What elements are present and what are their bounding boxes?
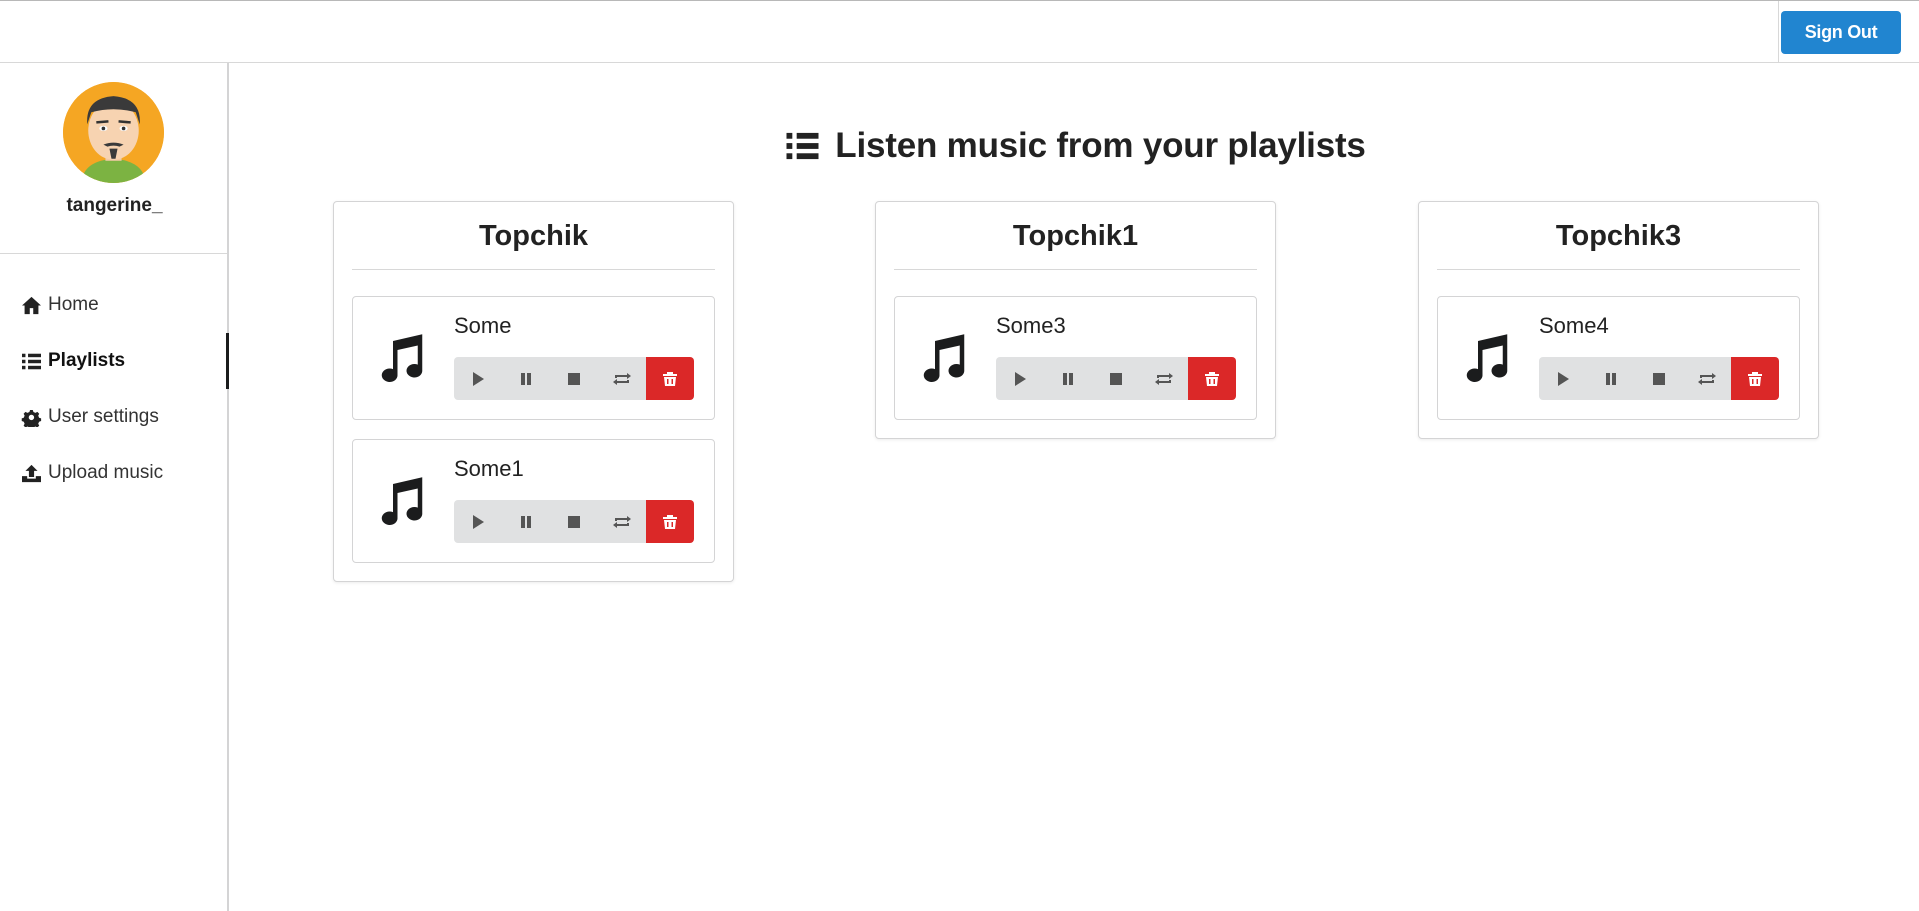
- profile-section: tangerine_: [0, 63, 227, 254]
- play-icon: [1558, 371, 1569, 386]
- main-content: Listen music from your playlists Topchik…: [231, 63, 1919, 911]
- sidebar-item-upload-music[interactable]: Upload music: [0, 445, 227, 501]
- topbar-divider: [1778, 1, 1779, 63]
- list-icon: [22, 353, 41, 369]
- music-note-icon: [381, 334, 423, 382]
- repeat-icon: [613, 515, 631, 528]
- repeat-button[interactable]: [598, 357, 646, 400]
- stop-icon: [1653, 372, 1665, 385]
- page-title-text: Listen music from your playlists: [835, 126, 1366, 165]
- trash-icon: [663, 371, 677, 386]
- play-button[interactable]: [996, 357, 1044, 400]
- song-name: Some: [454, 313, 512, 338]
- gear-icon: [21, 409, 42, 427]
- stop-button[interactable]: [550, 500, 598, 543]
- player-controls: [996, 357, 1236, 400]
- playlist-title: Topchik: [352, 202, 715, 270]
- repeat-icon: [613, 372, 631, 385]
- playlist-title: Topchik1: [894, 202, 1257, 270]
- username: tangerine_: [66, 195, 163, 216]
- play-button[interactable]: [454, 357, 502, 400]
- sidebar-nav: Home Playlists User settings Upload musi…: [0, 254, 229, 501]
- player-controls: [1539, 357, 1779, 400]
- repeat-button[interactable]: [1140, 357, 1188, 400]
- stop-icon: [568, 515, 580, 528]
- song-item: Some: [352, 296, 715, 420]
- repeat-icon: [1155, 372, 1173, 385]
- song-item: Some4: [1437, 296, 1800, 420]
- sidebar-item-label: Upload music: [48, 462, 164, 483]
- play-icon: [473, 514, 484, 529]
- pause-icon: [521, 372, 531, 385]
- list-icon: [786, 132, 819, 160]
- pause-icon: [521, 515, 531, 528]
- delete-button[interactable]: [646, 357, 694, 400]
- play-icon: [1015, 371, 1026, 386]
- music-note-icon: [923, 334, 965, 382]
- stop-icon: [1110, 372, 1122, 385]
- song-name: Some4: [1539, 313, 1609, 338]
- home-icon: [22, 296, 41, 314]
- song-name: Some3: [996, 313, 1066, 338]
- trash-icon: [663, 514, 677, 529]
- stop-button[interactable]: [550, 357, 598, 400]
- song-name: Some1: [454, 456, 524, 481]
- trash-icon: [1748, 371, 1762, 386]
- music-note-icon: [1466, 334, 1508, 382]
- sidebar-item-label: Playlists: [48, 350, 126, 371]
- stop-button[interactable]: [1635, 357, 1683, 400]
- avatar: [63, 82, 164, 183]
- delete-button[interactable]: [1188, 357, 1236, 400]
- delete-button[interactable]: [1731, 357, 1779, 400]
- play-button[interactable]: [454, 500, 502, 543]
- sidebar-item-user-settings[interactable]: User settings: [0, 389, 227, 445]
- repeat-icon: [1698, 372, 1716, 385]
- sidebar-item-label: Home: [48, 294, 99, 315]
- sign-out-button[interactable]: Sign Out: [1781, 11, 1901, 54]
- sidebar: tangerine_ Home Playlists User settings …: [0, 63, 229, 911]
- pause-button[interactable]: [502, 357, 550, 400]
- trash-icon: [1205, 371, 1219, 386]
- delete-button[interactable]: [646, 500, 694, 543]
- pause-button[interactable]: [1587, 357, 1635, 400]
- sidebar-item-playlists[interactable]: Playlists: [0, 333, 229, 389]
- stop-icon: [568, 372, 580, 385]
- sidebar-item-home[interactable]: Home: [0, 277, 227, 333]
- playlist-card: Topchik1 Some3: [875, 201, 1276, 439]
- player-controls: [454, 500, 694, 543]
- playlist-card: Topchik Some Some1: [333, 201, 734, 582]
- play-button[interactable]: [1539, 357, 1587, 400]
- top-bar: Sign Out: [0, 0, 1919, 63]
- pause-button[interactable]: [502, 500, 550, 543]
- pause-icon: [1606, 372, 1616, 385]
- music-note-icon: [381, 477, 423, 525]
- repeat-button[interactable]: [598, 500, 646, 543]
- sidebar-item-label: User settings: [48, 406, 159, 427]
- stop-button[interactable]: [1092, 357, 1140, 400]
- playlist-card: Topchik3 Some4: [1418, 201, 1819, 439]
- page-title: Listen music from your playlists: [231, 126, 1919, 166]
- song-item: Some3: [894, 296, 1257, 420]
- repeat-button[interactable]: [1683, 357, 1731, 400]
- user-avatar-icon: [63, 82, 164, 183]
- pause-icon: [1063, 372, 1073, 385]
- player-controls: [454, 357, 694, 400]
- playlist-title: Topchik3: [1437, 202, 1800, 270]
- play-icon: [473, 371, 484, 386]
- song-item: Some1: [352, 439, 715, 563]
- pause-button[interactable]: [1044, 357, 1092, 400]
- upload-icon: [22, 464, 41, 482]
